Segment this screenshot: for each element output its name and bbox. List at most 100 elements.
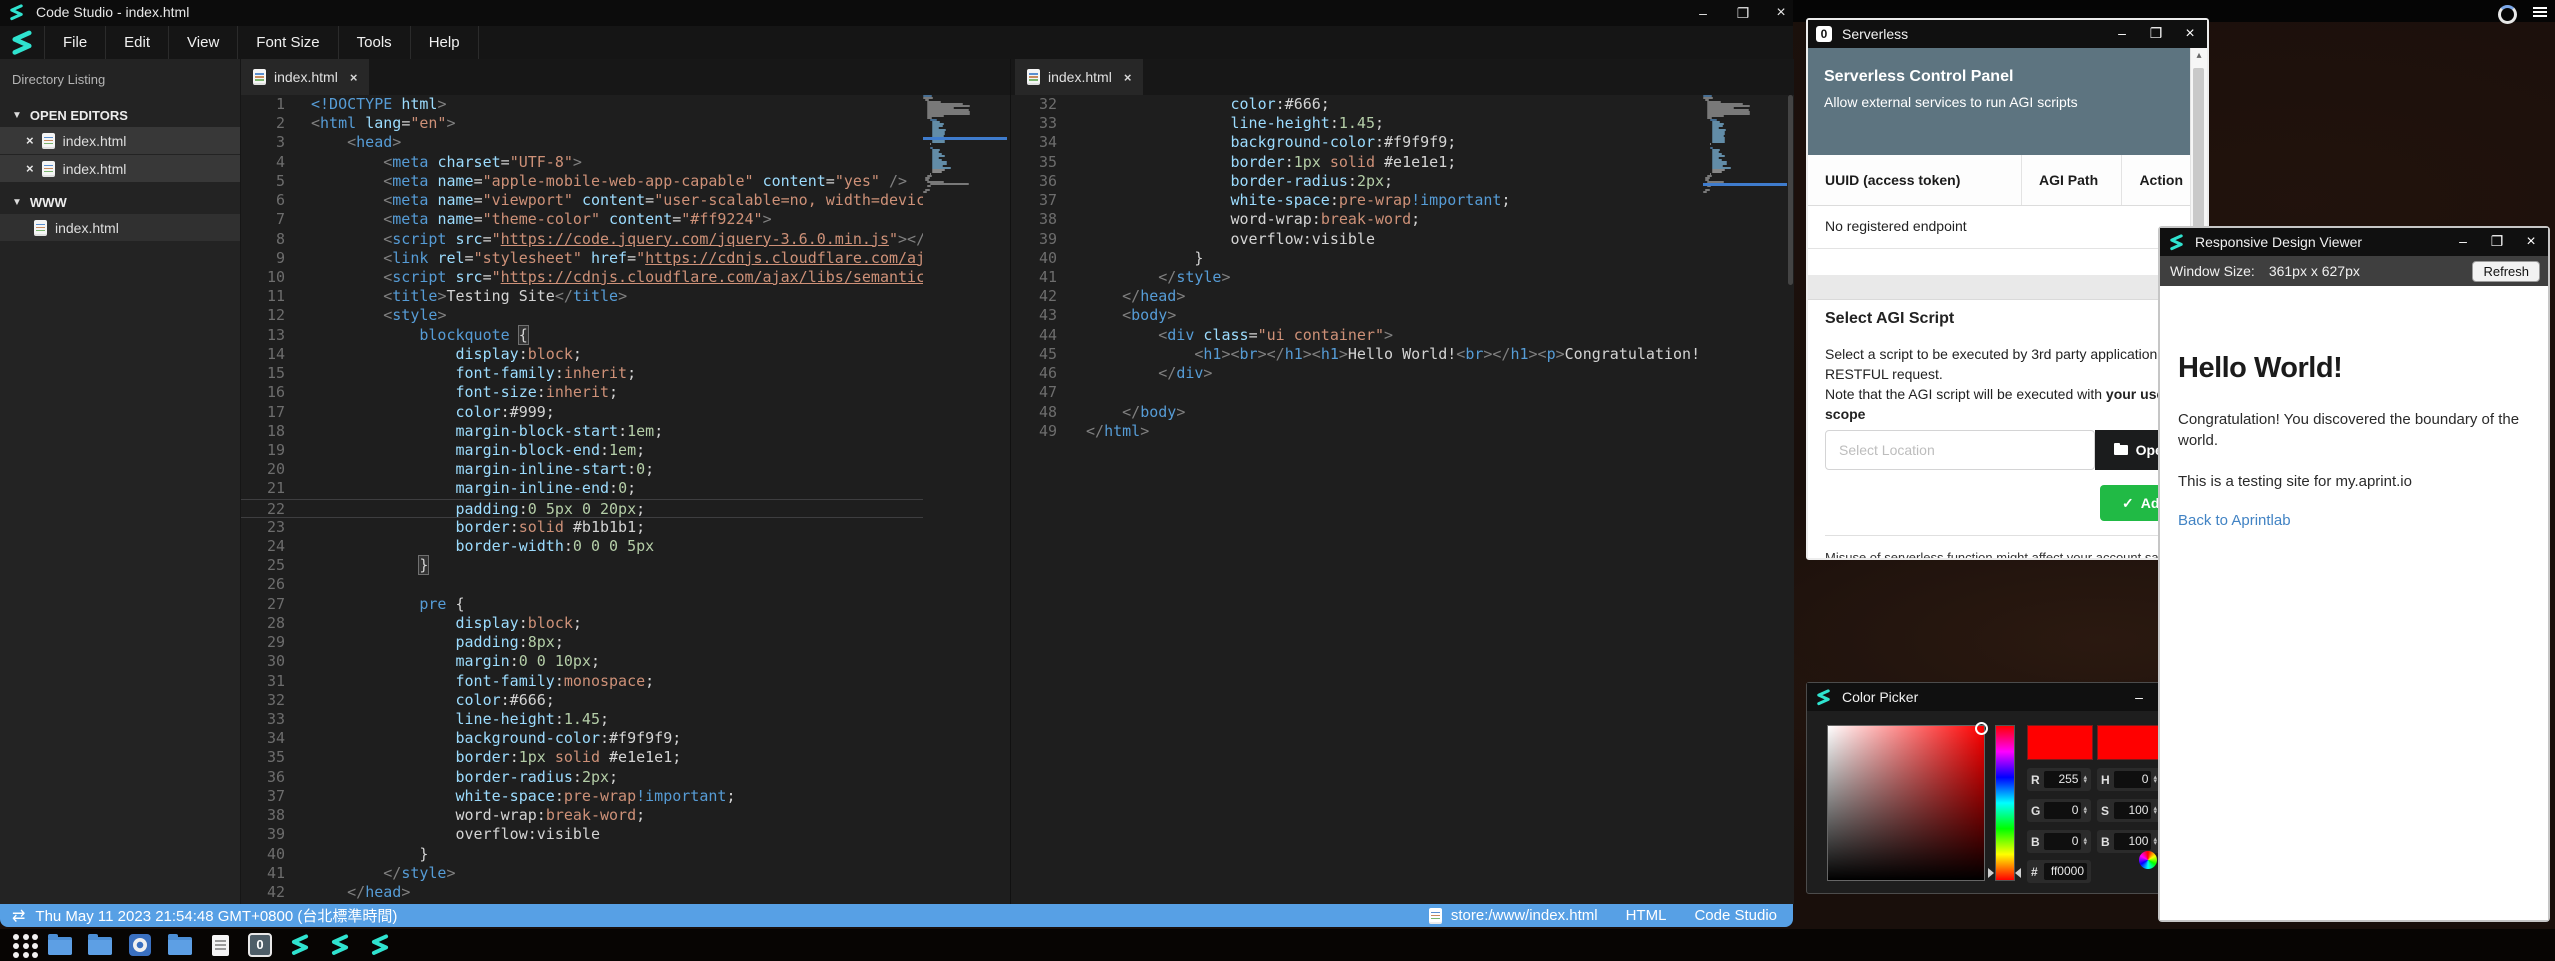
code-line-43[interactable]: 43 <body> xyxy=(1011,306,1705,325)
code-line-46[interactable]: 46 </div> xyxy=(1011,364,1705,383)
stepper-icon[interactable]: ▴▾ xyxy=(2083,776,2087,784)
code-line-36[interactable]: 36 border-radius:2px; xyxy=(241,768,923,787)
taskbar-folder-icon[interactable] xyxy=(160,935,200,955)
code-line-1[interactable]: 1<!DOCTYPE html> xyxy=(241,95,923,114)
code-line-8[interactable]: 8 <script src="https://code.jquery.com/j… xyxy=(241,230,923,249)
sidebar-item-index.html[interactable]: index.html xyxy=(0,214,240,241)
menu-file[interactable]: File xyxy=(44,26,105,59)
minimize-button[interactable]: – xyxy=(2105,25,2139,43)
code-line-6[interactable]: 6 <meta name="viewport" content="user-sc… xyxy=(241,191,923,210)
hue-slider[interactable] xyxy=(1995,725,2015,881)
code-line-40[interactable]: 40 } xyxy=(1011,249,1705,268)
picker-field-r0[interactable]: R255▴▾ xyxy=(2027,768,2091,791)
code-line-32[interactable]: 32 color:#666; xyxy=(1011,95,1705,114)
preview-link[interactable]: Back to Aprintlab xyxy=(2178,512,2530,529)
code-line-40[interactable]: 40 } xyxy=(241,845,923,864)
code-line-15[interactable]: 15 font-family:inherit; xyxy=(241,364,923,383)
code-line-27[interactable]: 27 pre { xyxy=(241,595,923,614)
stepper-icon[interactable]: ▴▾ xyxy=(2153,776,2157,784)
picker-field-br2[interactable]: B100▴▾ xyxy=(2097,830,2161,853)
code-line-37[interactable]: 37 white-space:pre-wrap!important; xyxy=(241,787,923,806)
sidebar-item-index.html[interactable]: ×index.html xyxy=(0,127,240,154)
code-line-12[interactable]: 12 <style> xyxy=(241,306,923,325)
picker-field-sr1[interactable]: S100▴▾ xyxy=(2097,799,2161,822)
color-wheel-icon[interactable] xyxy=(2139,851,2157,869)
taskbar-code-studio-icon[interactable] xyxy=(280,934,320,956)
stepper-icon[interactable]: ▴▾ xyxy=(2153,838,2157,846)
code-line-32[interactable]: 32 color:#666; xyxy=(241,691,923,710)
close-button[interactable]: × xyxy=(2514,233,2548,251)
code-line-34[interactable]: 34 background-color:#f9f9f9; xyxy=(241,729,923,748)
menu-font-size[interactable]: Font Size xyxy=(237,26,337,59)
taskbar-folder-icon[interactable] xyxy=(80,935,120,955)
code-line-11[interactable]: 11 <title>Testing Site</title> xyxy=(241,287,923,306)
code-line-45[interactable]: 45 <h1><br></h1><h1>Hello World!<br></h1… xyxy=(1011,345,1705,364)
code-line-42[interactable]: 42 </head> xyxy=(241,883,923,902)
code-line-2[interactable]: 2<html lang="en"> xyxy=(241,114,923,133)
close-button[interactable]: × xyxy=(1768,5,1794,21)
code-line-18[interactable]: 18 margin-block-start:1em; xyxy=(241,422,923,441)
code-line-42[interactable]: 42 </head> xyxy=(1011,287,1705,306)
taskbar-folder-icon[interactable] xyxy=(40,935,80,955)
close-button[interactable]: × xyxy=(2173,25,2207,43)
select-location-input[interactable]: Select Location xyxy=(1825,430,2095,470)
minimize-button[interactable]: – xyxy=(2446,233,2480,251)
code-line-41[interactable]: 41 </style> xyxy=(1011,268,1705,287)
taskbar-app-grid-icon[interactable] xyxy=(0,934,40,956)
code-line-49[interactable]: 49</html> xyxy=(1011,422,1705,441)
picker-field-b2[interactable]: B0▴▾ xyxy=(2027,830,2091,853)
sidebar-item-index.html[interactable]: ×index.html xyxy=(0,155,240,182)
saturation-value-field[interactable] xyxy=(1827,725,1985,881)
code-line-20[interactable]: 20 margin-inline-start:0; xyxy=(241,460,923,479)
maximize-button[interactable]: ❐ xyxy=(2139,25,2173,43)
picker-field-hr0[interactable]: H0▴▾ xyxy=(2097,768,2161,791)
tab-close-icon[interactable]: × xyxy=(1124,70,1132,85)
code-line-3[interactable]: 3 <head> xyxy=(241,133,923,152)
code-line-19[interactable]: 19 margin-block-end:1em; xyxy=(241,441,923,460)
code-line-41[interactable]: 41 </style> xyxy=(241,864,923,883)
title-bar[interactable]: Responsive Design Viewer – ❐ × xyxy=(2160,228,2548,256)
minimize-button[interactable]: – xyxy=(2122,689,2156,706)
restore-button[interactable]: ❐ xyxy=(1730,5,1756,21)
code-line-36[interactable]: 36 border-radius:2px; xyxy=(1011,172,1705,191)
code-line-39[interactable]: 39 overflow:visible xyxy=(1011,230,1705,249)
code-line-25[interactable]: 25 } xyxy=(241,556,923,575)
code-line-28[interactable]: 28 display:block; xyxy=(241,614,923,633)
menu-tools[interactable]: Tools xyxy=(338,26,410,59)
code-editor[interactable]: 1<!DOCTYPE html>2<html lang="en">3 <head… xyxy=(241,95,923,904)
code-line-34[interactable]: 34 background-color:#f9f9f9; xyxy=(1011,133,1705,152)
code-line-21[interactable]: 21 margin-inline-end:0; xyxy=(241,479,923,498)
sv-selector[interactable] xyxy=(1975,722,1988,735)
code-line-31[interactable]: 31 font-family:monospace; xyxy=(241,672,923,691)
code-line-30[interactable]: 30 margin:0 0 10px; xyxy=(241,652,923,671)
code-line-5[interactable]: 5 <meta name="apple-mobile-web-app-capab… xyxy=(241,172,923,191)
code-line-38[interactable]: 38 word-wrap:break-word; xyxy=(241,806,923,825)
minimap[interactable] xyxy=(923,95,1007,904)
code-line-9[interactable]: 9 <link rel="stylesheet" href="https://c… xyxy=(241,249,923,268)
stepper-icon[interactable]: ▴▾ xyxy=(2083,807,2087,815)
code-line-38[interactable]: 38 word-wrap:break-word; xyxy=(1011,210,1705,229)
stepper-icon[interactable]: ▴▾ xyxy=(2083,838,2087,846)
code-line-37[interactable]: 37 white-space:pre-wrap!important; xyxy=(1011,191,1705,210)
menu-view[interactable]: View xyxy=(168,26,237,59)
status-file-path[interactable]: store:/www/index.html xyxy=(1451,907,1598,924)
refresh-button[interactable]: Refresh xyxy=(2472,261,2540,282)
code-editor[interactable]: 32 color:#666;33 line-height:1.45;34 bac… xyxy=(1011,95,1705,904)
scroll-up-icon[interactable]: ▴ xyxy=(2191,50,2207,61)
close-icon[interactable]: × xyxy=(26,161,34,176)
title-bar[interactable]: Color Picker – ❐ xyxy=(1807,683,2190,711)
taskbar-document-icon[interactable] xyxy=(200,935,240,956)
code-line-35[interactable]: 35 border:1px solid #e1e1e1; xyxy=(1011,153,1705,172)
code-line-16[interactable]: 16 font-size:inherit; xyxy=(241,383,923,402)
picker-field-hex[interactable]: #ff0000 xyxy=(2027,860,2091,883)
code-line-14[interactable]: 14 display:block; xyxy=(241,345,923,364)
stepper-icon[interactable]: ▴▾ xyxy=(2153,807,2157,815)
minimap[interactable] xyxy=(1703,95,1787,904)
code-line-17[interactable]: 17 color:#999; xyxy=(241,403,923,422)
tab-index-html[interactable]: index.html × xyxy=(241,59,369,95)
code-line-4[interactable]: 4 <meta charset="UTF-8"> xyxy=(241,153,923,172)
tab-index-html[interactable]: index.html × xyxy=(1015,59,1143,95)
code-line-33[interactable]: 33 line-height:1.45; xyxy=(241,710,923,729)
code-line-24[interactable]: 24 border-width:0 0 0 5px xyxy=(241,537,923,556)
scrollbar[interactable] xyxy=(1787,95,1794,904)
